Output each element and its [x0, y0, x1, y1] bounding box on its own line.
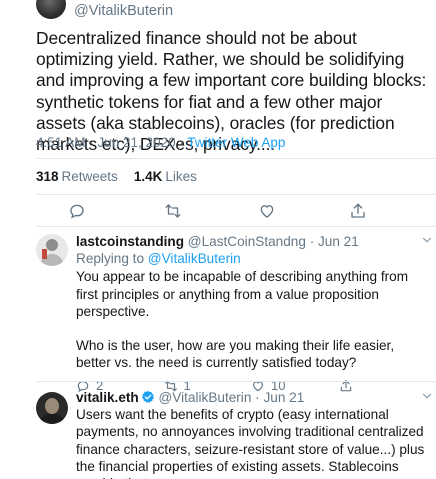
retweets-label: Retweets	[61, 169, 118, 184]
avatar[interactable]	[36, 0, 66, 19]
reply-author-name[interactable]: lastcoinstanding	[76, 234, 184, 249]
retweet-button[interactable]	[162, 200, 184, 222]
likes-count: 1.4K	[133, 169, 163, 184]
divider	[36, 158, 436, 159]
share-icon	[351, 203, 365, 218]
avatar[interactable]	[36, 392, 68, 424]
reply-icon	[70, 204, 84, 219]
chevron-down-icon[interactable]	[420, 233, 434, 247]
tweet-actions	[36, 200, 436, 222]
reply-text: You appear to be incapable of describing…	[76, 269, 409, 319]
tweet-stats: 318 Retweets 1.4K Likes	[36, 169, 197, 184]
divider	[36, 194, 436, 195]
replying-prefix: Replying to	[76, 251, 148, 267]
like-icon	[260, 205, 274, 218]
tweet-source-link[interactable]: Twitter Web App	[187, 135, 285, 150]
author-handle[interactable]: @VitalikButerin	[74, 3, 173, 19]
like-button[interactable]	[256, 200, 278, 222]
divider	[36, 381, 436, 382]
avatar[interactable]	[36, 234, 68, 266]
verified-icon	[141, 390, 154, 403]
likes-label: Likes	[165, 169, 197, 184]
share-button[interactable]	[347, 200, 369, 222]
tweet-timestamp: 4:51 AM · Jun 21, 2020 · Twitter Web App	[36, 135, 285, 150]
reply-time[interactable]: · Jun 21	[255, 390, 304, 405]
replying-to-link[interactable]: @VitalikButerin	[148, 251, 241, 266]
reply-button[interactable]	[66, 200, 88, 222]
likes-stat[interactable]: 1.4K Likes	[134, 169, 197, 184]
retweets-stat[interactable]: 318 Retweets	[36, 169, 118, 184]
main-tweet-header: @VitalikButerin	[36, 0, 173, 19]
reply-author-handle[interactable]: @VitalikButerin	[159, 390, 252, 405]
reply-time[interactable]: · Jun 21	[310, 234, 359, 249]
tweet-time[interactable]: 4:51 AM · Jun 21, 2020 ·	[36, 135, 187, 150]
reply-author-handle[interactable]: @LastCoinStandng	[188, 234, 306, 249]
reply-text: Who is the user, how are you making thei…	[76, 338, 395, 371]
retweet-icon	[165, 204, 181, 218]
divider	[36, 226, 436, 227]
reply-author-name[interactable]: vitalik.eth	[76, 390, 139, 405]
replying-to: Replying to @VitalikButerin	[76, 250, 426, 267]
chevron-down-icon[interactable]	[420, 389, 434, 403]
retweets-count: 318	[36, 169, 59, 184]
reply-text: Users want the benefits of crypto (easy …	[76, 407, 425, 479]
